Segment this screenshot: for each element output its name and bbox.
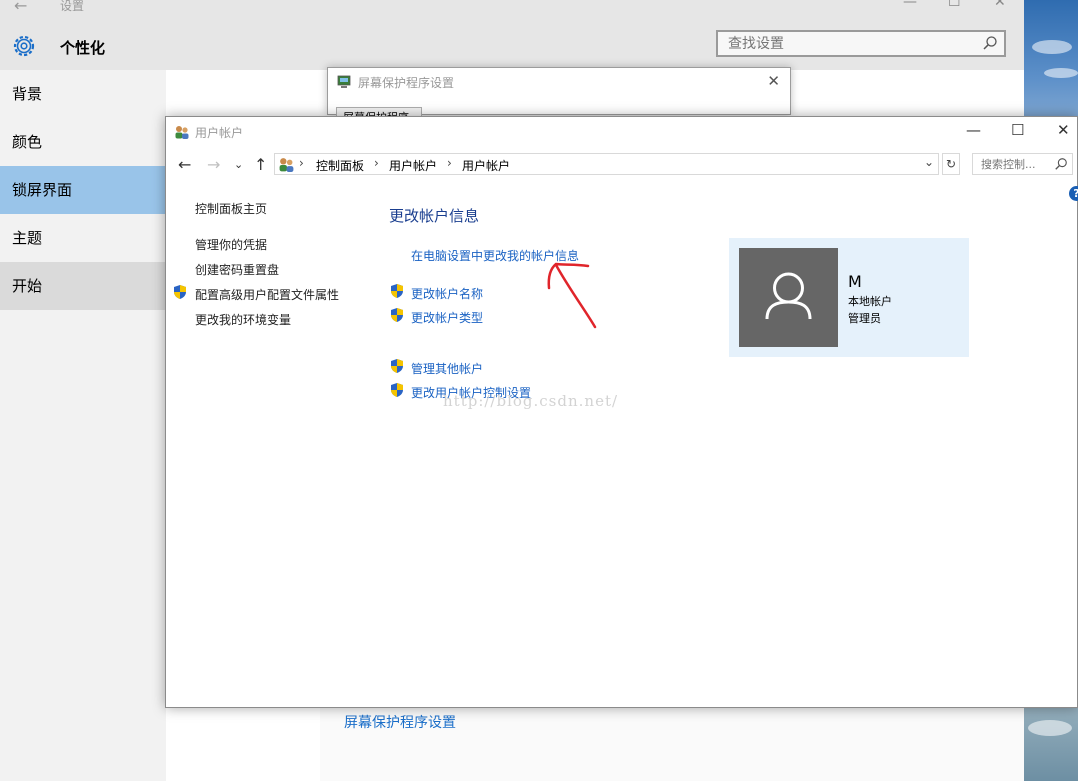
refresh-icon[interactable]: ↻ — [942, 153, 960, 175]
search-icon[interactable] — [1054, 157, 1068, 171]
change-account-type-link[interactable]: 更改帐户类型 — [411, 309, 483, 326]
page-title: 更改帐户信息 — [389, 207, 480, 225]
create-reset-disk-link[interactable]: 创建密码重置盘 — [195, 261, 279, 278]
account-type: 本地帐户 — [848, 295, 892, 308]
maximize-icon[interactable]: ☐ — [948, 0, 961, 10]
close-icon[interactable]: ✕ — [1057, 121, 1070, 139]
watermark: http://blog.csdn.net/ — [443, 392, 619, 410]
settings-window-title: 设置 — [60, 0, 85, 13]
nav-item-background[interactable]: 背景 — [0, 70, 166, 118]
uac-shield-icon — [391, 284, 403, 298]
user-silhouette-icon — [765, 272, 812, 320]
nav-item-colors[interactable]: 颜色 — [0, 118, 166, 166]
back-arrow-icon[interactable]: ← — [14, 0, 27, 15]
user-accounts-window: 用户帐户 — ☐ ✕ ← → ⌄ ↑ › 控制面板 › 用户帐户 › 用户帐户 … — [165, 116, 1078, 708]
chevron-down-icon[interactable]: ⌄ — [924, 155, 934, 169]
account-role: 管理员 — [848, 312, 881, 325]
uac-shield-icon — [174, 285, 186, 299]
screensaver-icon — [337, 75, 351, 88]
manage-other-accounts-link[interactable]: 管理其他帐户 — [411, 360, 483, 377]
breadcrumb-user-accounts[interactable]: 用户帐户 — [389, 157, 437, 174]
nav-item-start[interactable]: 开始 — [0, 262, 166, 310]
breadcrumb-separator-icon: › — [299, 156, 304, 170]
screensaver-dialog: 屏幕保护程序设置 ✕ 屏幕保护程序 — [327, 67, 791, 116]
account-card: M 本地帐户 管理员 — [729, 238, 969, 357]
settings-search-input[interactable] — [726, 35, 980, 53]
back-arrow-icon[interactable]: ← — [178, 155, 191, 174]
users-icon — [175, 126, 189, 139]
nav-item-lock-screen[interactable]: 锁屏界面 — [0, 166, 166, 214]
environment-variables-link[interactable]: 更改我的环境变量 — [195, 311, 291, 328]
users-icon — [279, 158, 294, 172]
close-icon[interactable]: ✕ — [994, 0, 1006, 10]
minimize-icon[interactable]: — — [966, 121, 981, 139]
search-icon[interactable] — [982, 35, 998, 51]
change-account-name-link[interactable]: 更改帐户名称 — [411, 285, 483, 302]
settings-titlebar: ← 设置 — ☐ ✕ 个性化 — [0, 0, 1024, 70]
close-icon[interactable]: ✕ — [767, 72, 780, 90]
maximize-icon[interactable]: ☐ — [1011, 121, 1024, 139]
control-panel-home-link[interactable]: 控制面板主页 — [195, 200, 267, 217]
settings-search-box[interactable] — [716, 30, 1006, 57]
uac-shield-icon — [391, 383, 403, 397]
account-name: M — [848, 272, 862, 291]
breadcrumb-user-accounts-current[interactable]: 用户帐户 — [462, 157, 510, 174]
help-icon[interactable]: ? — [1069, 186, 1078, 201]
advanced-profile-link[interactable]: 配置高级用户配置文件属性 — [195, 286, 339, 303]
red-arrow-annotation-icon — [547, 262, 597, 329]
cloud — [1028, 720, 1072, 736]
gear-icon — [13, 35, 35, 57]
cloud — [1032, 40, 1072, 54]
screensaver-dialog-title: 屏幕保护程序设置 — [358, 76, 455, 90]
manage-credentials-link[interactable]: 管理你的凭据 — [195, 236, 267, 253]
screensaver-settings-link[interactable]: 屏幕保护程序设置 — [344, 712, 456, 732]
tab-screensaver[interactable]: 屏幕保护程序 — [336, 107, 422, 116]
section-title: 个性化 — [60, 39, 106, 57]
settings-nav: 背景 颜色 锁屏界面 主题 开始 — [0, 70, 166, 781]
address-bar[interactable]: › 控制面板 › 用户帐户 › 用户帐户 ⌄ — [274, 153, 939, 175]
control-panel-search-box[interactable] — [972, 153, 1073, 175]
recent-locations-chevron-icon[interactable]: ⌄ — [234, 158, 243, 171]
uac-shield-icon — [391, 359, 403, 373]
nav-item-themes[interactable]: 主题 — [0, 214, 166, 262]
cloud — [1044, 68, 1078, 78]
up-arrow-icon[interactable]: ↑ — [254, 155, 267, 174]
breadcrumb-separator-icon: › — [447, 156, 452, 170]
breadcrumb-control-panel[interactable]: 控制面板 — [316, 157, 364, 174]
user-accounts-title: 用户帐户 — [195, 126, 244, 140]
avatar — [739, 248, 838, 347]
control-panel-search-input[interactable] — [979, 157, 1058, 172]
forward-arrow-icon[interactable]: → — [207, 155, 220, 174]
minimize-icon[interactable]: — — [903, 0, 917, 10]
uac-shield-icon — [391, 308, 403, 322]
breadcrumb-separator-icon: › — [374, 156, 379, 170]
